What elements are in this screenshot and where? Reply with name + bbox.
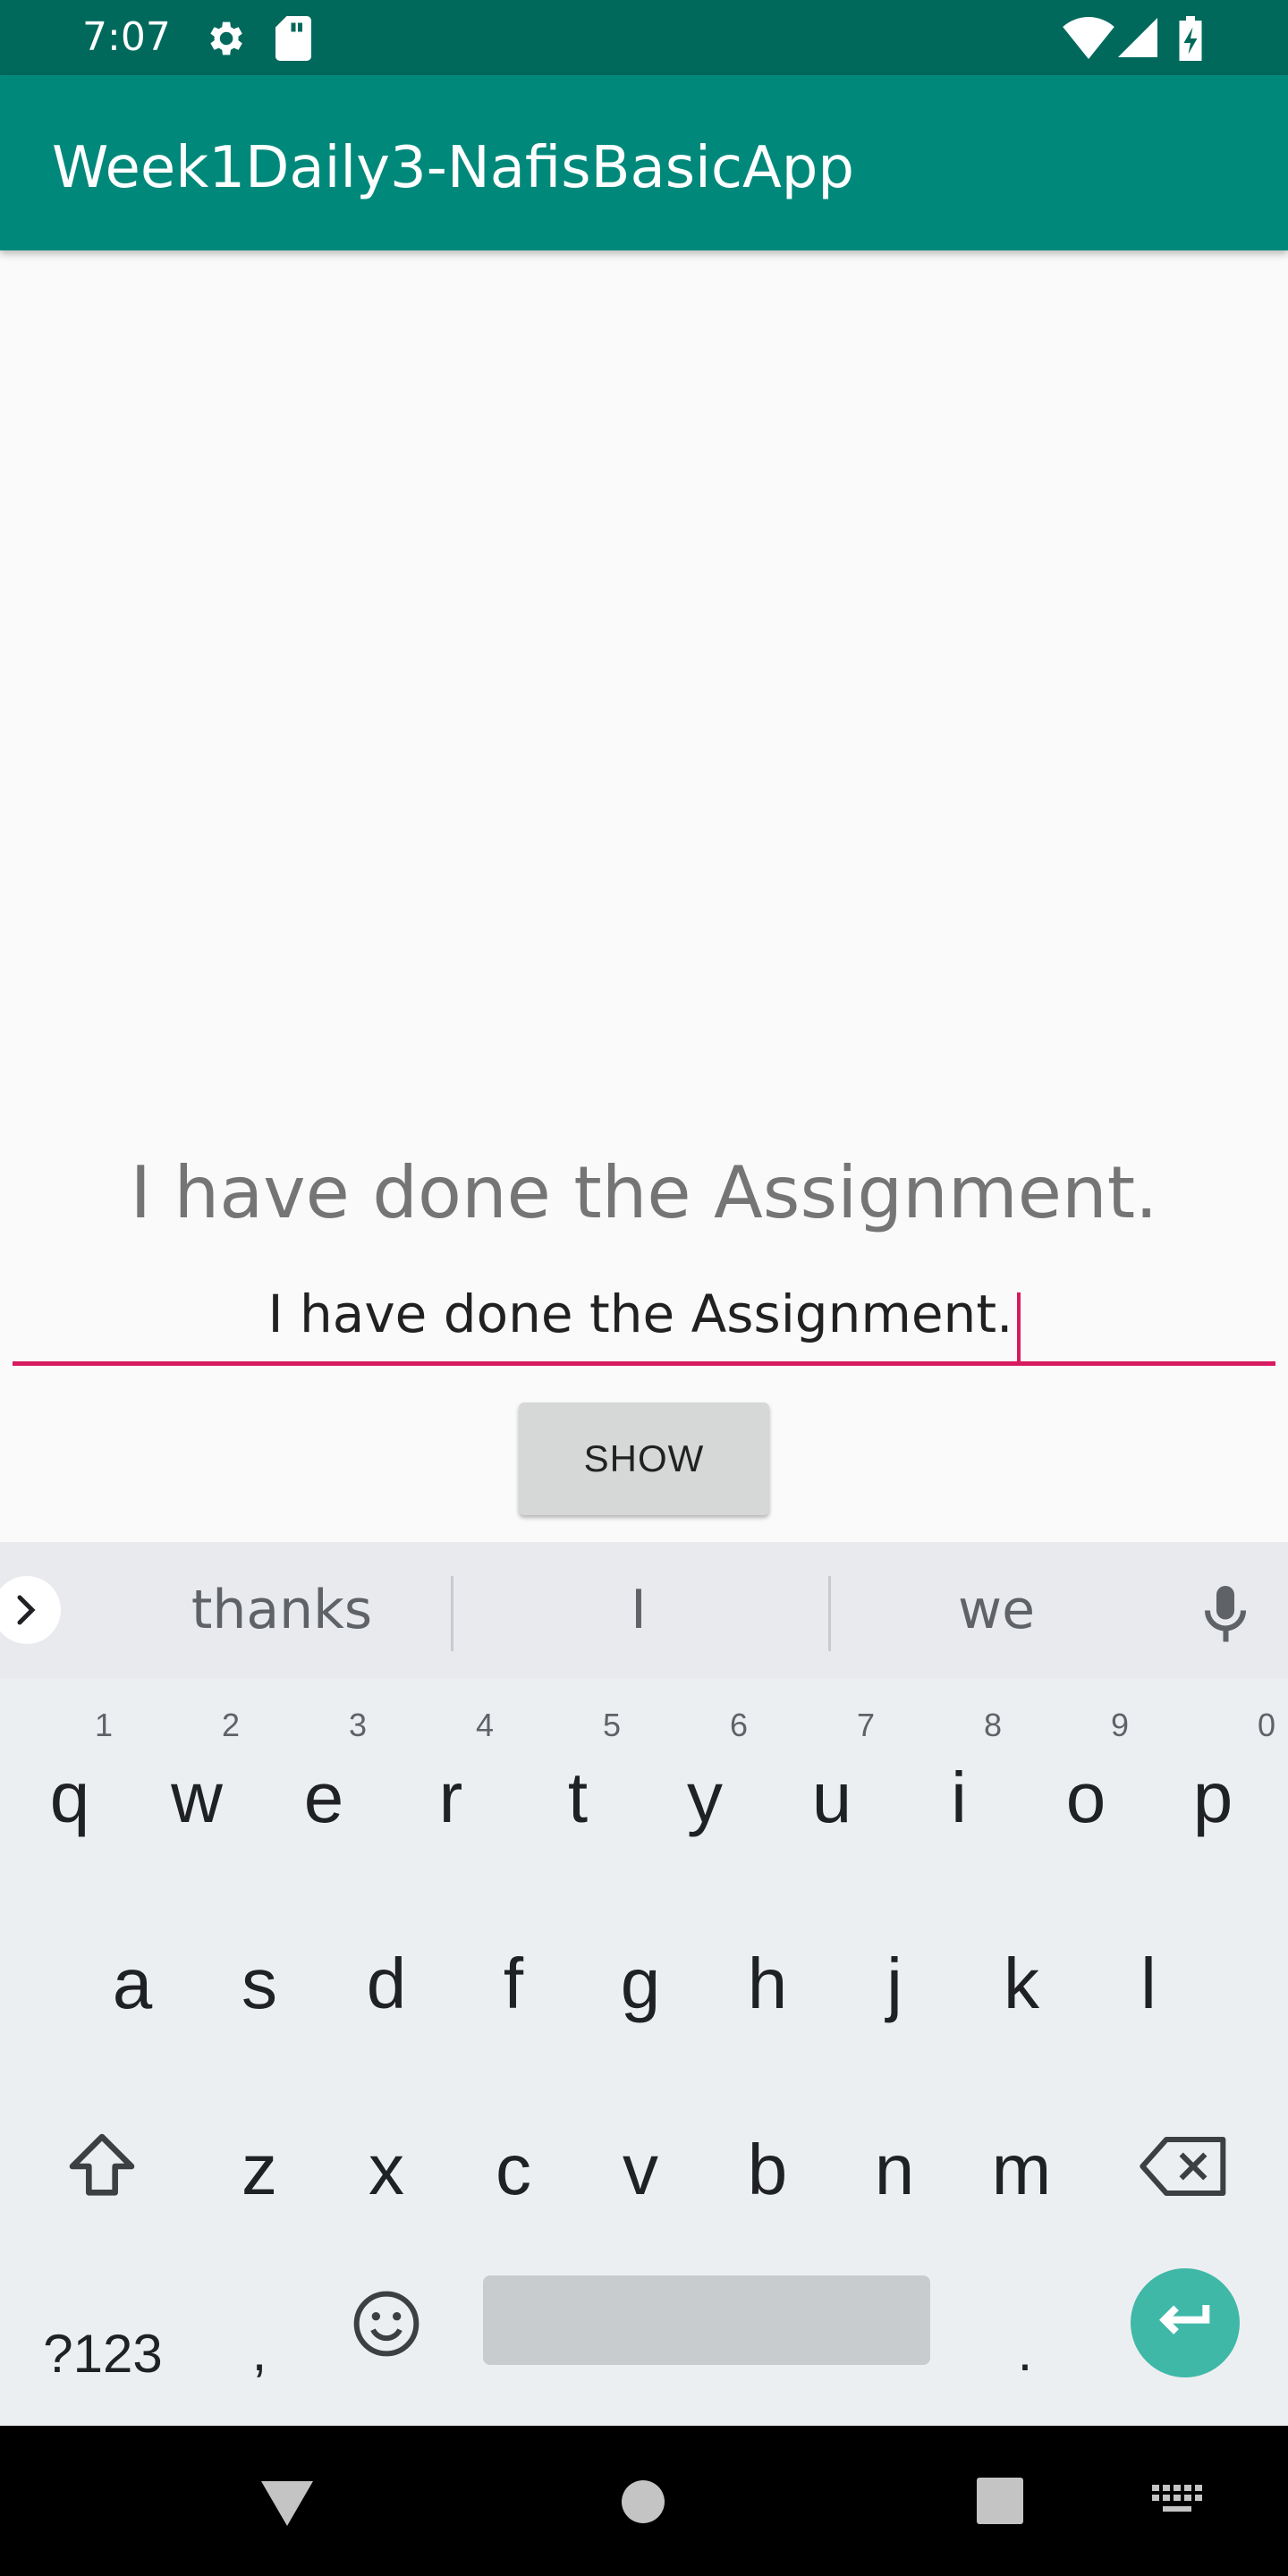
backspace-key[interactable]	[1122, 2079, 1247, 2254]
wifi-icon	[1063, 16, 1114, 59]
key-t[interactable]: 5t	[515, 1707, 640, 1882]
suggestion-strip: thanks I we	[0, 1542, 1288, 1678]
home-icon[interactable]	[621, 2479, 665, 2524]
key-v[interactable]: v	[578, 2079, 703, 2254]
text-input[interactable]: I have done the Assignment.	[13, 1265, 1275, 1366]
key-n[interactable]: n	[832, 2079, 957, 2254]
settings-icon	[210, 21, 242, 55]
app-bar: Week1Daily3-NafisBasicApp	[0, 75, 1288, 250]
suggestion-3[interactable]: we	[818, 1578, 1175, 1642]
shift-key[interactable]	[39, 2079, 165, 2254]
sd-card-icon	[275, 16, 311, 61]
key-h[interactable]: h	[705, 1893, 830, 2068]
key-a[interactable]: a	[70, 1893, 195, 2068]
enter-icon	[1159, 2305, 1210, 2334]
key-d[interactable]: d	[324, 1893, 449, 2068]
key-w[interactable]: 2w	[134, 1707, 259, 1882]
key-l[interactable]: l	[1086, 1893, 1211, 2068]
signal-icon	[1118, 18, 1157, 57]
key-f[interactable]: f	[451, 1893, 576, 2068]
key-i[interactable]: 8i	[896, 1707, 1021, 1882]
text-cursor	[1016, 1292, 1021, 1364]
enter-button[interactable]	[1131, 2268, 1240, 2377]
key-s[interactable]: s	[197, 1893, 322, 2068]
key-b[interactable]: b	[705, 2079, 830, 2254]
key-m[interactable]: m	[959, 2079, 1084, 2254]
expand-toolbar-button[interactable]	[0, 1576, 61, 1644]
period-key[interactable]: .	[962, 2249, 1088, 2424]
display-text: I have done the Assignment.	[130, 1151, 1158, 1234]
battery-icon	[1179, 16, 1202, 61]
key-z[interactable]: z	[197, 2079, 322, 2254]
key-r[interactable]: 4r	[388, 1707, 513, 1882]
key-k[interactable]: k	[959, 1893, 1084, 2068]
show-button[interactable]: SHOW	[519, 1402, 769, 1515]
back-icon[interactable]	[261, 2478, 313, 2526]
microphone-icon[interactable]	[1199, 1581, 1252, 1644]
suggestion-2[interactable]: I	[460, 1578, 818, 1642]
key-g[interactable]: g	[578, 1893, 703, 2068]
status-time: 7:07	[82, 14, 171, 60]
key-o[interactable]: 9o	[1023, 1707, 1148, 1882]
key-e[interactable]: 3e	[261, 1707, 386, 1882]
key-y[interactable]: 6y	[642, 1707, 767, 1882]
status-bar: 7:07	[0, 0, 1288, 75]
soft-keyboard: thanks I we 1q 2w 3e 4r 5t 6y 7u 8i 9o 0…	[0, 1542, 1288, 2426]
chevron-right-icon	[17, 1595, 36, 1625]
navigation-bar	[0, 2426, 1288, 2576]
backspace-icon	[1140, 2137, 1226, 2196]
suggestion-divider	[451, 1576, 453, 1651]
key-u[interactable]: 7u	[769, 1707, 894, 1882]
symbols-key[interactable]: ?123	[18, 2249, 188, 2424]
key-x[interactable]: x	[324, 2079, 449, 2254]
key-j[interactable]: j	[832, 1893, 957, 2068]
key-c[interactable]: c	[451, 2079, 576, 2254]
emoji-icon	[353, 2291, 419, 2357]
emoji-key[interactable]	[324, 2249, 449, 2424]
keyboard-switch-icon[interactable]	[1152, 2485, 1204, 2519]
key-q[interactable]: 1q	[7, 1707, 132, 1882]
suggestion-1[interactable]: thanks	[103, 1578, 461, 1642]
app-title: Week1Daily3-NafisBasicApp	[52, 135, 855, 201]
text-input-value: I have done the Assignment.	[267, 1284, 1013, 1344]
recents-icon[interactable]	[977, 2478, 1023, 2524]
shift-icon	[69, 2133, 135, 2196]
spacebar[interactable]	[483, 2275, 930, 2365]
comma-key[interactable]: ,	[197, 2249, 322, 2424]
key-p[interactable]: 0p	[1150, 1707, 1275, 1882]
